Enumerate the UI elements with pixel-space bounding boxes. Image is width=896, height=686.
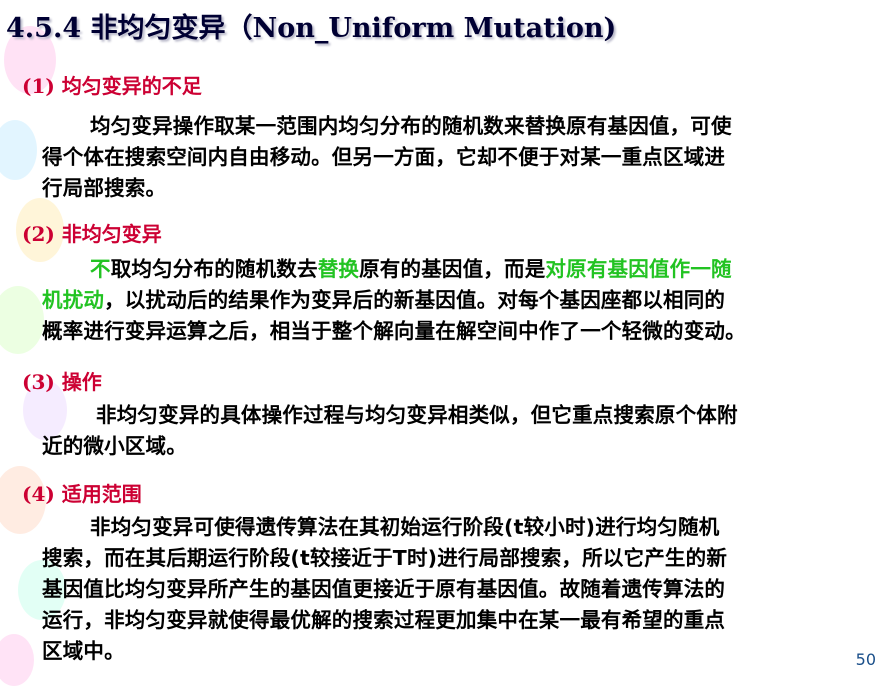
highlight-text: 替换 bbox=[317, 257, 360, 281]
text-segment: ，以扰动后的结果作为变异后的新基因值。对每个基因座都以相同的 bbox=[104, 288, 726, 312]
paragraph-line: 搜索，而在其后期运行阶段(t较接近于T时)进行局部搜索，所以它产生的新 bbox=[42, 546, 728, 570]
section-heading-4: (4) 适用范围 bbox=[22, 482, 142, 506]
section-body-2: 不取均匀分布的随机数去替换原有的基因值，而是对原有基因值作一随 机扰动，以扰动后… bbox=[42, 254, 890, 347]
paragraph-line: 区域中。 bbox=[42, 639, 125, 663]
section-body-3: 非均匀变异的具体操作过程与均匀变异相类似，但它重点搜索原个体附 近的微小区域。 bbox=[42, 400, 890, 462]
highlight-text: 不 bbox=[90, 257, 111, 281]
paragraph-line: 行局部搜索。 bbox=[42, 176, 167, 200]
text-segment: 取均匀分布的随机数去 bbox=[110, 257, 318, 281]
paragraph-line: 机扰动，以扰动后的结果作为变异后的新基因值。对每个基因座都以相同的 bbox=[42, 285, 890, 316]
paragraph-line: 不取均匀分布的随机数去替换原有的基因值，而是对原有基因值作一随 bbox=[42, 254, 890, 285]
section-heading-1: (1) 均匀变异的不足 bbox=[22, 74, 202, 98]
text-segment: 原有的基因值，而是 bbox=[359, 257, 546, 281]
section-body-1: 均匀变异操作取某一范围内均匀分布的随机数来替换原有基因值，可使 得个体在搜索空间… bbox=[42, 111, 890, 204]
highlight-text: 机扰动 bbox=[42, 288, 105, 312]
paragraph-line: 得个体在搜索空间内自由移动。但另一方面，它却不便于对某一重点区域进 bbox=[42, 145, 726, 169]
paragraph-line: 运行，非均匀变异就使得最优解的搜索过程更加集中在某一最有希望的重点 bbox=[42, 608, 726, 632]
section-heading-2: (2) 非均匀变异 bbox=[22, 222, 162, 246]
highlight-text: 对原有基因值作一随 bbox=[545, 257, 732, 281]
paragraph-line: 非均匀变异的具体操作过程与均匀变异相类似，但它重点搜索原个体附 bbox=[96, 403, 738, 427]
section-heading-3: (3) 操作 bbox=[22, 370, 102, 394]
section-body-4: 非均匀变异可使得遗传算法在其初始运行阶段(t较小时)进行均匀随机 搜索，而在其后… bbox=[42, 512, 890, 667]
slide-title: 4.5.4 非均匀变异（Non_Uniform Mutation) bbox=[6, 13, 617, 44]
paragraph-line: 均匀变异操作取某一范围内均匀分布的随机数来替换原有基因值，可使 bbox=[90, 114, 732, 138]
paragraph-line: 近的微小区域。 bbox=[42, 434, 187, 458]
paragraph-line: 基因值比均匀变异所产生的基因值更接近于原有基因值。故随着遗传算法的 bbox=[42, 577, 726, 601]
paragraph-line: 概率进行变异运算之后，相当于整个解向量在解空间中作了一个轻微的变动。 bbox=[42, 319, 746, 343]
paragraph-line: 非均匀变异可使得遗传算法在其初始运行阶段(t较小时)进行均匀随机 bbox=[90, 515, 720, 539]
page-number: 50 bbox=[855, 650, 876, 669]
